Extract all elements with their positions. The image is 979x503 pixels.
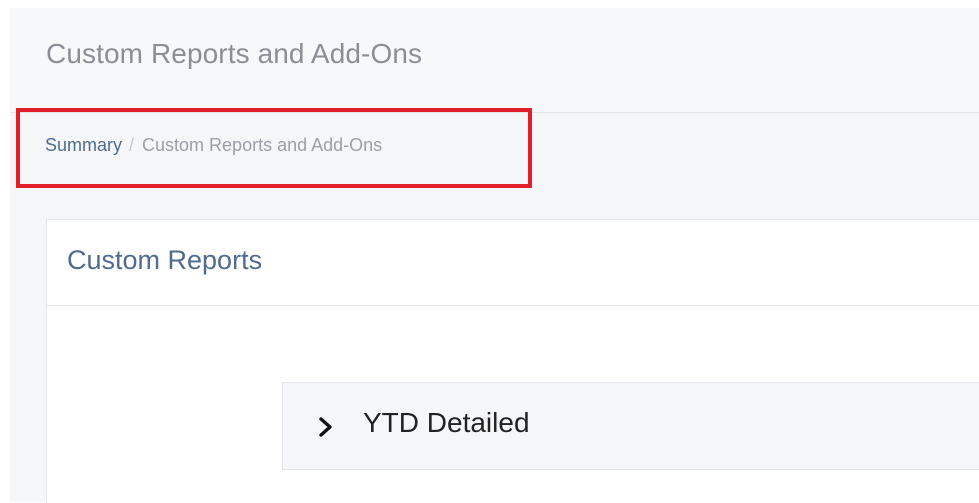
breadcrumb-highlight-box: [16, 108, 532, 188]
custom-reports-title: Custom Reports: [67, 245, 263, 275]
chevron-right-icon[interactable]: [315, 416, 337, 438]
report-item-label: YTD Detailed: [363, 407, 530, 438]
app-frame: Custom Reports and Add-Ons Summary / Custo…: [10, 8, 979, 503]
page-header: Custom Reports and Add-Ons: [10, 8, 979, 113]
page-title: Custom Reports and Add-Ons: [46, 38, 423, 69]
custom-reports-panel-header: Custom Reports: [47, 220, 979, 306]
custom-reports-panel: Custom Reports YTD Detailed: [46, 219, 979, 503]
report-item-ytd-detailed[interactable]: YTD Detailed: [282, 382, 979, 470]
